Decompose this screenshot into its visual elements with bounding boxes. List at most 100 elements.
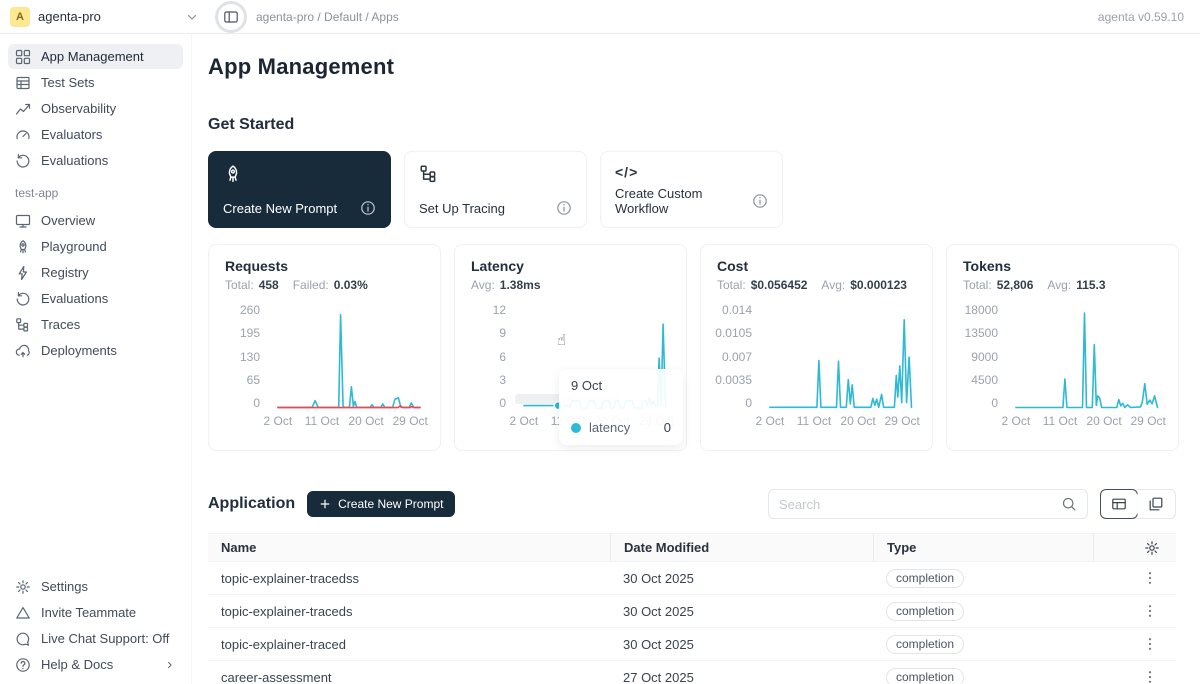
sidebar-item-test-sets[interactable]: Test Sets xyxy=(8,70,183,95)
sidebar-item-label: Help & Docs xyxy=(41,657,113,672)
type-cell: completion xyxy=(873,668,1093,684)
gauge-icon xyxy=(15,127,31,143)
latency-chart[interactable]: 9 Octlatency0☝ xyxy=(515,307,670,411)
requests-stat-card: RequestsTotal:458Failed:0.03%26019513065… xyxy=(208,244,441,451)
sidebar-item-label: Evaluations xyxy=(41,153,108,168)
table-settings-cell xyxy=(1093,534,1176,561)
tree-icon xyxy=(15,317,31,333)
sidebar-item-evaluations[interactable]: Evaluations xyxy=(8,286,183,311)
sidebar-item-evaluations[interactable]: Evaluations xyxy=(8,148,183,173)
sidebar-section-label: test-app xyxy=(0,174,191,208)
version-label: agenta v0.59.10 xyxy=(1098,10,1184,24)
table-view-icon xyxy=(1111,496,1127,512)
chevron-down-icon xyxy=(184,9,200,25)
row-actions-cell xyxy=(1093,636,1176,652)
app-name-cell: topic-explainer-traced xyxy=(208,637,610,652)
table-row[interactable]: topic-explainer-tracedss30 Oct 2025compl… xyxy=(208,562,1176,595)
main-content: App Management Get Started Create New Pr… xyxy=(192,34,1200,684)
stat-value: $0.000123 xyxy=(850,278,907,292)
workspace-avatar[interactable]: A xyxy=(10,7,30,27)
date-modified-cell: 30 Oct 2025 xyxy=(610,604,873,619)
sidebar-toggle-button[interactable] xyxy=(218,4,244,30)
row-menu-kebab-icon[interactable] xyxy=(1142,570,1158,586)
line-chart-icon xyxy=(15,101,31,117)
tooltip-value: 0 xyxy=(664,420,671,435)
table-settings-gear-icon[interactable] xyxy=(1144,540,1160,556)
plus-icon xyxy=(319,498,331,510)
table-row[interactable]: topic-explainer-traced30 Oct 2025complet… xyxy=(208,628,1176,661)
stat-card-title: Requests xyxy=(225,258,424,274)
type-badge: completion xyxy=(886,635,964,654)
row-menu-kebab-icon[interactable] xyxy=(1142,603,1158,619)
sidebar-item-label: Traces xyxy=(41,317,80,332)
row-menu-kebab-icon[interactable] xyxy=(1142,669,1158,684)
sidebar-item-help-docs[interactable]: Help & Docs xyxy=(8,652,183,677)
breadcrumb[interactable]: agenta-pro / Default / Apps xyxy=(256,10,399,24)
type-cell: completion xyxy=(873,635,1093,654)
get-started-card-set-up-tracing[interactable]: Set Up Tracing xyxy=(404,151,587,228)
triangle-icon xyxy=(15,605,31,621)
sidebar-item-label: Observability xyxy=(41,101,116,116)
tree-icon xyxy=(419,164,572,184)
sidebar-item-settings[interactable]: Settings xyxy=(8,574,183,599)
sidebar-item-evaluators[interactable]: Evaluators xyxy=(8,122,183,147)
rocket-icon xyxy=(223,164,376,184)
get-started-cards: Create New PromptSet Up Tracing</>Create… xyxy=(208,151,1176,228)
sidebar-item-app-management[interactable]: App Management xyxy=(8,44,183,69)
sidebar-item-label: Registry xyxy=(41,265,89,280)
sidebar-item-observability[interactable]: Observability xyxy=(8,96,183,121)
application-header: Application Create New Prompt xyxy=(208,489,1176,519)
sidebar-item-label: Invite Teammate xyxy=(41,605,136,620)
sidebar-item-invite-teammate[interactable]: Invite Teammate xyxy=(8,600,183,625)
sidebar-item-registry[interactable]: Registry xyxy=(8,260,183,285)
sidebar-item-playground[interactable]: Playground xyxy=(8,234,183,259)
get-started-card-create-new-prompt[interactable]: Create New Prompt xyxy=(208,151,391,228)
sidebar-item-deployments[interactable]: Deployments xyxy=(8,338,183,363)
date-modified-cell: 27 Oct 2025 xyxy=(610,670,873,684)
card-view-button[interactable] xyxy=(1137,490,1175,518)
cloud-deploy-icon xyxy=(15,343,31,359)
sidebar-item-live-chat-support-off[interactable]: Live Chat Support: Off xyxy=(8,626,183,651)
sidebar-item-label: Evaluators xyxy=(41,127,102,142)
series-dot-icon xyxy=(571,423,581,433)
date-modified-cell: 30 Oct 2025 xyxy=(610,571,873,586)
table-row[interactable]: topic-explainer-traceds30 Oct 2025 comple… xyxy=(208,595,1176,628)
y-axis: 0.0140.01050.0070.00350 xyxy=(717,307,761,411)
search-icon[interactable] xyxy=(1061,496,1077,512)
info-icon[interactable] xyxy=(752,193,768,209)
history-icon xyxy=(15,291,31,307)
type-badge: completion xyxy=(886,569,964,588)
stat-card-title: Latency xyxy=(471,258,670,274)
gear-icon xyxy=(15,579,31,595)
type-badge: completion xyxy=(886,602,964,621)
info-icon[interactable] xyxy=(556,200,572,216)
cost-stat-card: CostTotal:$0.056452Avg:$0.0001230.0140.0… xyxy=(700,244,933,451)
table-view-button[interactable] xyxy=(1100,489,1138,519)
stat-label: Avg: xyxy=(471,278,495,292)
workspace-selector[interactable]: agenta-pro xyxy=(38,9,200,25)
sidebar-item-label: Playground xyxy=(41,239,107,254)
requests-chart[interactable] xyxy=(269,307,424,411)
info-icon[interactable] xyxy=(360,200,376,216)
create-new-prompt-button[interactable]: Create New Prompt xyxy=(307,491,455,517)
table-row[interactable]: career-assessment27 Oct 2025completion xyxy=(208,661,1176,684)
cost-chart[interactable] xyxy=(761,307,916,411)
app-name-cell: topic-explainer-traceds xyxy=(208,604,610,619)
tooltip-date: 9 Oct xyxy=(571,378,671,393)
x-axis: 2 Oct11 Oct20 Oct29 Oct xyxy=(761,414,916,430)
stat-label: Avg: xyxy=(821,278,845,292)
application-title: Application xyxy=(208,495,295,513)
tokens-chart[interactable] xyxy=(1007,307,1162,411)
search-input[interactable] xyxy=(779,497,1053,512)
sidebar-item-traces[interactable]: Traces xyxy=(8,312,183,337)
row-actions-cell xyxy=(1093,603,1176,619)
x-axis: 2 Oct11 Oct20 Oct29 Oct xyxy=(1007,414,1162,430)
tokens-stat-card: TokensTotal:52,806Avg:115.31800013500900… xyxy=(946,244,1179,451)
workspace-name: agenta-pro xyxy=(38,9,101,24)
chat-icon xyxy=(15,631,31,647)
sidebar-item-overview[interactable]: Overview xyxy=(8,208,183,233)
row-menu-kebab-icon[interactable] xyxy=(1142,636,1158,652)
get-started-card-create-custom-workflow[interactable]: </>Create Custom Workflow xyxy=(600,151,783,228)
history-icon xyxy=(15,153,31,169)
stat-value: 458 xyxy=(259,278,279,292)
